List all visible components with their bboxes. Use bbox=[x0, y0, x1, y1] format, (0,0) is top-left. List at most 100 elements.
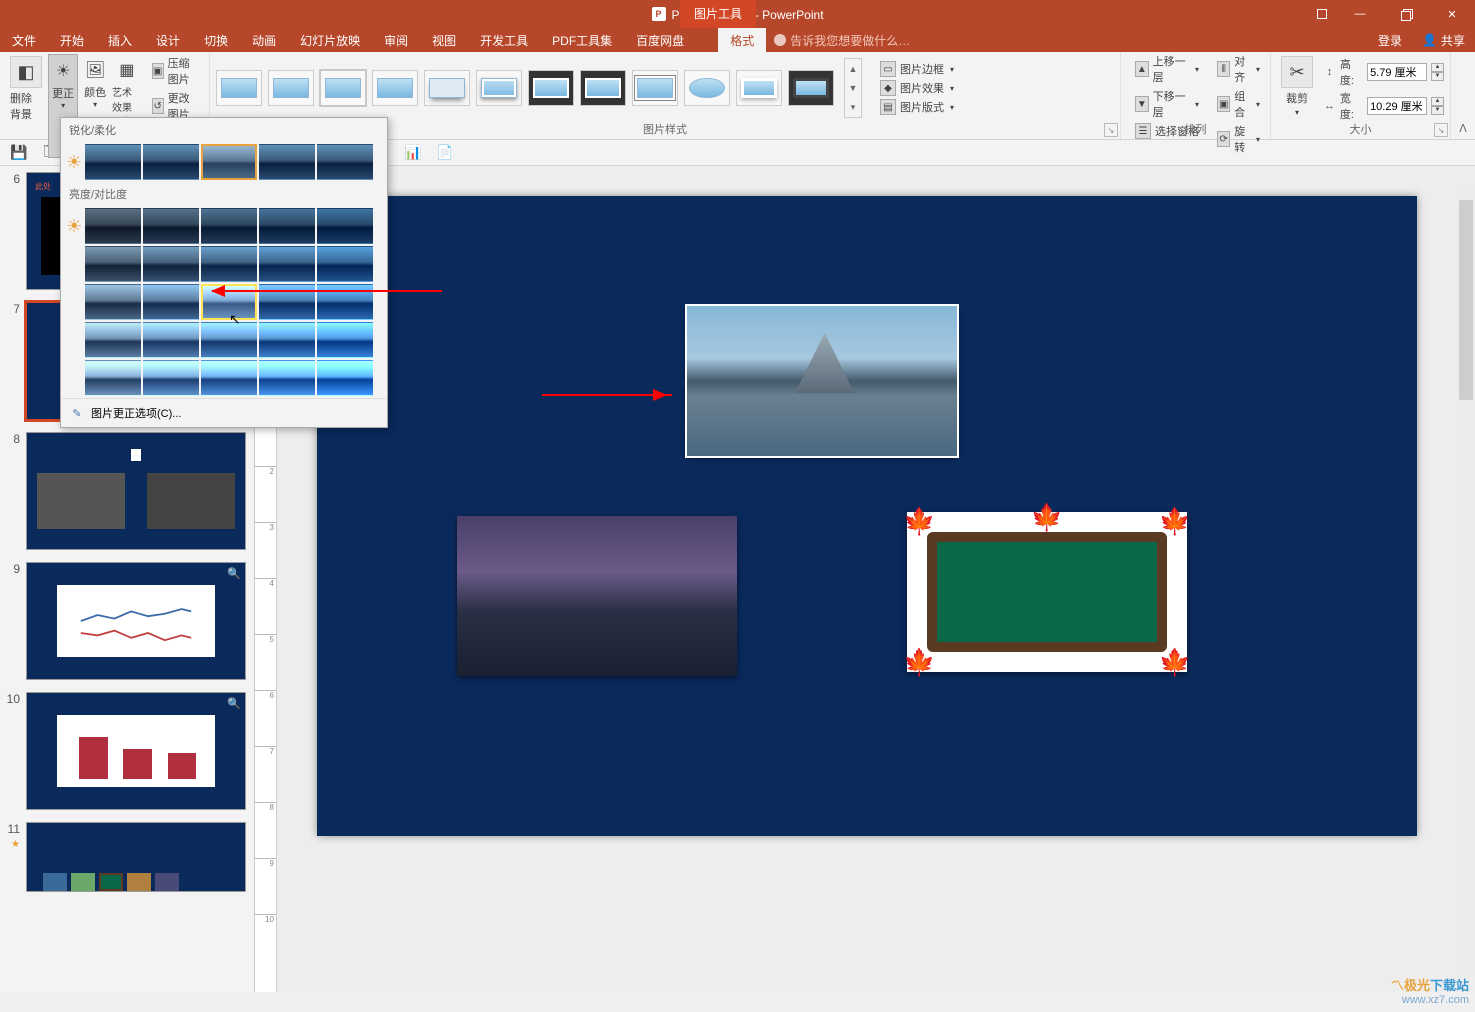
brightness-option[interactable] bbox=[85, 360, 141, 396]
style-thumb-10[interactable] bbox=[684, 70, 730, 106]
picture-layout-button[interactable]: ▤图片版式▾ bbox=[876, 98, 958, 116]
send-backward-button[interactable]: ▼下移一层▾ bbox=[1131, 87, 1203, 121]
brightness-option[interactable] bbox=[85, 284, 141, 320]
tab-design[interactable]: 设计 bbox=[144, 28, 192, 52]
gallery-row-up[interactable]: ▲ bbox=[845, 59, 861, 78]
restore-button[interactable] bbox=[1383, 0, 1429, 28]
picture-effects-button[interactable]: ◆图片效果▾ bbox=[876, 79, 958, 97]
width-down[interactable]: ▼ bbox=[1431, 106, 1444, 115]
qat-btn-4[interactable]: 📄 bbox=[434, 142, 456, 164]
height-input[interactable] bbox=[1367, 63, 1427, 81]
minimize-button[interactable]: — bbox=[1337, 0, 1383, 28]
tab-slideshow[interactable]: 幻灯片放映 bbox=[288, 28, 372, 52]
gallery-expand[interactable]: ▾ bbox=[845, 98, 861, 117]
height-down[interactable]: ▼ bbox=[1431, 72, 1444, 81]
style-thumb-2[interactable] bbox=[268, 70, 314, 106]
tab-format[interactable]: 格式 bbox=[718, 28, 766, 52]
style-thumb-9[interactable] bbox=[632, 70, 678, 106]
style-thumb-8[interactable] bbox=[580, 70, 626, 106]
brightness-option[interactable] bbox=[317, 360, 373, 396]
picture-border-button[interactable]: ▭图片边框▾ bbox=[876, 60, 958, 78]
tell-me-search[interactable]: 告诉我您想要做什么… bbox=[774, 28, 910, 52]
brightness-option[interactable] bbox=[85, 246, 141, 282]
style-thumb-4[interactable] bbox=[372, 70, 418, 106]
brightness-option[interactable] bbox=[143, 284, 199, 320]
size-dialog-launcher[interactable]: ↘ bbox=[1434, 123, 1448, 137]
image-chalkboard[interactable]: 🍁 🍁 🍁 🍁 🍁 bbox=[907, 512, 1187, 672]
brightness-option[interactable] bbox=[259, 360, 315, 396]
qat-btn-3[interactable]: 📊 bbox=[402, 142, 424, 164]
style-thumb-6[interactable] bbox=[476, 70, 522, 106]
slide-thumb-10[interactable]: 10 🔍 bbox=[0, 686, 254, 816]
tab-transitions[interactable]: 切换 bbox=[192, 28, 240, 52]
height-up[interactable]: ▲ bbox=[1431, 63, 1444, 72]
style-thumb-1[interactable] bbox=[216, 70, 262, 106]
align-button[interactable]: ⫴对齐▾ bbox=[1213, 52, 1264, 86]
tab-home[interactable]: 开始 bbox=[48, 28, 96, 52]
brightness-option[interactable] bbox=[143, 322, 199, 358]
tab-animations[interactable]: 动画 bbox=[240, 28, 288, 52]
share-button[interactable]: 👤 共享 bbox=[1412, 28, 1475, 52]
image-mountain[interactable] bbox=[687, 306, 957, 456]
style-thumb-7[interactable] bbox=[528, 70, 574, 106]
brightness-option[interactable] bbox=[143, 360, 199, 396]
tell-me-placeholder: 告诉我您想要做什么… bbox=[790, 32, 910, 49]
slide-thumb-9[interactable]: 9 🔍 bbox=[0, 556, 254, 686]
close-button[interactable]: ✕ bbox=[1429, 0, 1475, 28]
brightness-option[interactable] bbox=[259, 246, 315, 282]
sharpen-option[interactable] bbox=[259, 144, 315, 180]
tab-pdf[interactable]: PDF工具集 bbox=[540, 28, 624, 52]
slide-thumb-8[interactable]: 8 bbox=[0, 426, 254, 556]
compress-pictures-button[interactable]: ▣压缩图片 bbox=[148, 54, 203, 88]
brightness-indicator-icon: ☀ bbox=[65, 208, 83, 244]
send-back-icon: ▼ bbox=[1135, 96, 1149, 112]
tab-file[interactable]: 文件 bbox=[0, 28, 48, 52]
tab-view[interactable]: 视图 bbox=[420, 28, 468, 52]
image-cityscape[interactable] bbox=[457, 516, 737, 676]
sharpen-option[interactable] bbox=[85, 144, 141, 180]
crop-button[interactable]: ✂ 裁剪 ▾ bbox=[1277, 54, 1317, 124]
slide-canvas: 🍁 🍁 🍁 🍁 🍁 bbox=[317, 196, 1417, 836]
brightness-option[interactable] bbox=[259, 208, 315, 244]
styles-dialog-launcher[interactable]: ↘ bbox=[1104, 123, 1118, 137]
style-thumb-3[interactable] bbox=[320, 70, 366, 106]
tab-developer[interactable]: 开发工具 bbox=[468, 28, 540, 52]
slide-thumb-11[interactable]: 11 ★ bbox=[0, 816, 254, 898]
bring-forward-button[interactable]: ▲上移一层▾ bbox=[1131, 52, 1203, 86]
sharpen-option[interactable] bbox=[201, 144, 257, 180]
remove-background-button[interactable]: ◧ 删除背景 bbox=[6, 54, 46, 158]
login-button[interactable]: 登录 bbox=[1368, 28, 1412, 52]
brightness-option[interactable] bbox=[317, 246, 373, 282]
style-thumb-5[interactable] bbox=[424, 70, 470, 106]
slide-number: 6 bbox=[4, 172, 20, 290]
tab-review[interactable]: 审阅 bbox=[372, 28, 420, 52]
brightness-option[interactable] bbox=[143, 246, 199, 282]
chevron-down-icon: ▾ bbox=[950, 84, 954, 93]
picture-corrections-options[interactable]: ✎ 图片更正选项(C)... bbox=[61, 398, 387, 427]
brightness-option[interactable] bbox=[143, 208, 199, 244]
style-thumb-12[interactable] bbox=[788, 70, 834, 106]
brightness-option[interactable] bbox=[85, 208, 141, 244]
sharpen-option[interactable] bbox=[143, 144, 199, 180]
brightness-option[interactable] bbox=[259, 322, 315, 358]
collapse-ribbon-button[interactable]: ᐱ bbox=[1459, 122, 1467, 135]
brightness-option[interactable] bbox=[201, 208, 257, 244]
brightness-option[interactable] bbox=[201, 246, 257, 282]
group-button[interactable]: ▣组合▾ bbox=[1213, 87, 1264, 121]
gallery-row-down[interactable]: ▼ bbox=[845, 78, 861, 97]
style-thumb-11[interactable] bbox=[736, 70, 782, 106]
sharpen-option[interactable] bbox=[317, 144, 373, 180]
tab-baidu[interactable]: 百度网盘 bbox=[624, 28, 696, 52]
vertical-scrollbar[interactable] bbox=[1457, 190, 1475, 972]
placeholder-text: 此处 bbox=[35, 181, 51, 192]
brightness-option[interactable] bbox=[201, 360, 257, 396]
brightness-option[interactable] bbox=[317, 208, 373, 244]
slide-canvas-area[interactable]: 🍁 🍁 🍁 🍁 🍁 bbox=[277, 166, 1475, 992]
tab-insert[interactable]: 插入 bbox=[96, 28, 144, 52]
brightness-option[interactable] bbox=[85, 322, 141, 358]
width-input[interactable] bbox=[1367, 97, 1427, 115]
width-up[interactable]: ▲ bbox=[1431, 97, 1444, 106]
scrollbar-thumb[interactable] bbox=[1459, 200, 1473, 400]
brightness-option[interactable] bbox=[317, 322, 373, 358]
ribbon-display-options[interactable] bbox=[1307, 0, 1337, 28]
